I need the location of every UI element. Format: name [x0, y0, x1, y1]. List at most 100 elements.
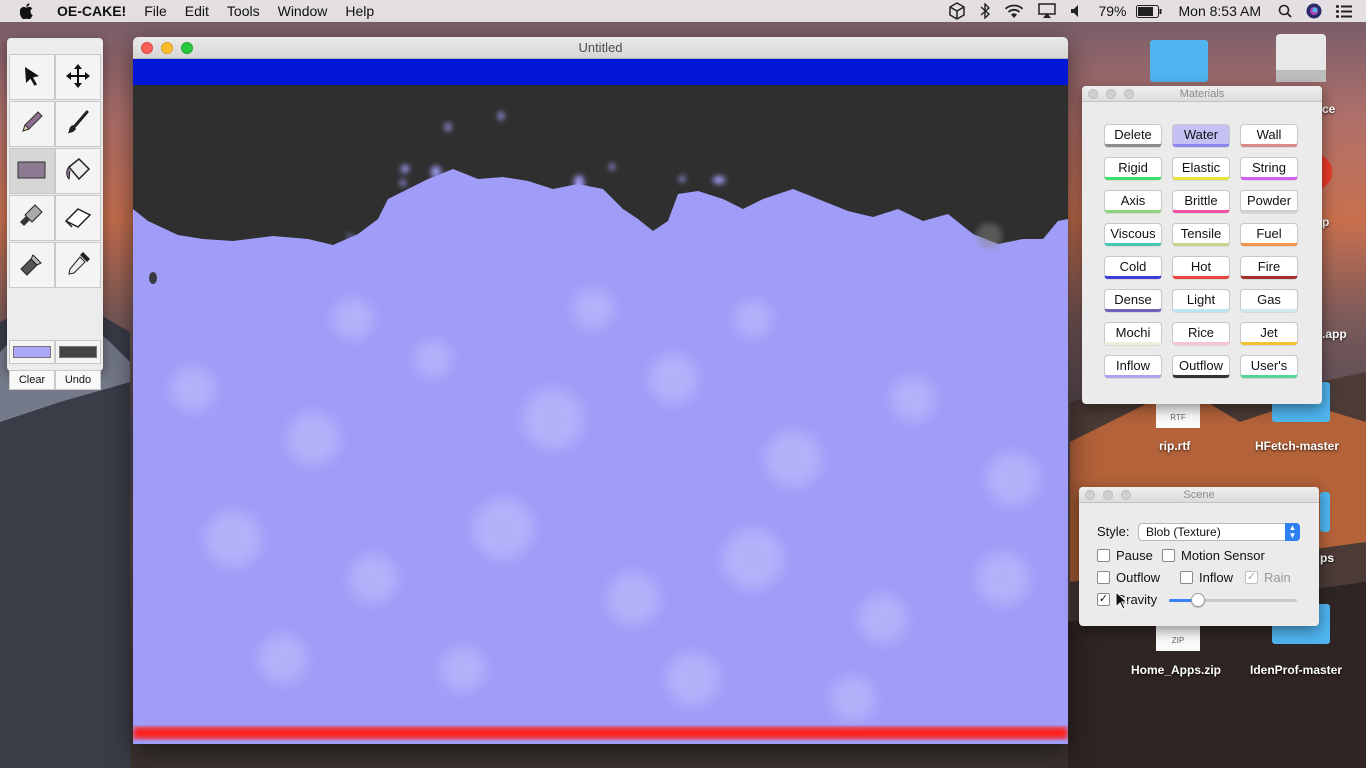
dark-particle: [149, 272, 157, 284]
outflow-checkbox[interactable]: [1097, 571, 1110, 584]
desktop-file-label[interactable]: rip.rtf: [1159, 439, 1190, 453]
wifi-icon[interactable]: [997, 4, 1031, 19]
material-button[interactable]: Tensile: [1172, 223, 1230, 246]
style-select[interactable]: Blob (Texture) ▲ ▼: [1138, 523, 1300, 541]
document-badge: RTF: [1170, 413, 1186, 422]
desktop-item-label[interactable]: ps: [1320, 551, 1334, 565]
notification-center-icon[interactable]: [1329, 4, 1366, 18]
menu-file[interactable]: File: [135, 0, 176, 22]
material-button[interactable]: Inflow: [1104, 355, 1162, 378]
secondary-swatch-fill: [59, 346, 97, 358]
material-button[interactable]: Fuel: [1240, 223, 1298, 246]
primary-swatch-fill: [13, 346, 51, 358]
material-button[interactable]: Brittle: [1172, 190, 1230, 213]
siri-icon[interactable]: [1299, 3, 1329, 19]
brush-tool-button[interactable]: [55, 101, 101, 147]
material-button[interactable]: Dense: [1104, 289, 1162, 312]
select-tool-button[interactable]: [9, 54, 55, 100]
material-button[interactable]: User's: [1240, 355, 1298, 378]
menu-help[interactable]: Help: [336, 0, 383, 22]
cleaver-knife-icon: [17, 202, 47, 235]
desktop-item-label[interactable]: p: [1322, 215, 1329, 229]
gravity-checkbox[interactable]: ✓: [1097, 593, 1110, 606]
material-button[interactable]: String: [1240, 157, 1298, 180]
pause-checkbox[interactable]: [1097, 549, 1110, 562]
pencil-tool-button[interactable]: [9, 101, 55, 147]
volume-icon[interactable]: [1063, 4, 1091, 18]
battery-icon[interactable]: [1129, 4, 1169, 18]
undo-button[interactable]: Undo: [55, 370, 101, 390]
airplay-icon[interactable]: [1031, 3, 1063, 19]
material-button[interactable]: Water: [1172, 124, 1230, 147]
material-button[interactable]: Axis: [1104, 190, 1162, 213]
motion-sensor-checkbox[interactable]: [1162, 549, 1175, 562]
primary-color-swatch[interactable]: [9, 340, 55, 364]
flashlight-tool-button[interactable]: [9, 242, 55, 288]
material-button[interactable]: Gas: [1240, 289, 1298, 312]
menubar-clock[interactable]: Mon 8:53 AM: [1169, 0, 1272, 22]
desktop-file-label[interactable]: Home_Apps.zip: [1131, 663, 1221, 677]
material-button[interactable]: Viscous: [1104, 223, 1162, 246]
style-label: Style:: [1097, 524, 1130, 539]
battery-percent[interactable]: 79%: [1091, 0, 1128, 22]
move-arrows-icon: [65, 63, 91, 92]
bottom-wall-bar: [133, 727, 1068, 739]
pause-row: Pause: [1097, 548, 1153, 563]
fill-bucket-tool-button[interactable]: [55, 148, 101, 194]
gray-particle: [976, 223, 1002, 249]
desktop-folder-icon[interactable]: [1320, 492, 1330, 532]
material-button[interactable]: Powder: [1240, 190, 1298, 213]
desktop-folder-label[interactable]: IdenProf-master: [1250, 663, 1342, 677]
menu-window[interactable]: Window: [269, 0, 337, 22]
material-button[interactable]: Wall: [1240, 124, 1298, 147]
material-button[interactable]: Jet: [1240, 322, 1298, 345]
secondary-color-swatch[interactable]: [55, 340, 101, 364]
flashlight-icon: [17, 249, 47, 282]
material-button[interactable]: Elastic: [1172, 157, 1230, 180]
desktop-folder-icon[interactable]: [1150, 40, 1208, 82]
app-menu[interactable]: OE-CAKE!: [48, 0, 135, 22]
rectangle-tool-button[interactable]: [9, 148, 55, 194]
select-stepper-icon: ▲ ▼: [1285, 523, 1300, 541]
material-button[interactable]: Light: [1172, 289, 1230, 312]
desktop-item-label[interactable]: ce: [1322, 102, 1335, 116]
material-button[interactable]: Mochi: [1104, 322, 1162, 345]
material-button[interactable]: Rigid: [1104, 157, 1162, 180]
mouse-cursor-icon: [1115, 591, 1129, 610]
app-icon[interactable]: [1322, 154, 1332, 190]
material-button[interactable]: Delete: [1104, 124, 1162, 147]
tool-palette: Clear Undo: [7, 38, 103, 390]
arrow-pointer-icon: [21, 65, 43, 90]
desktop-item-label[interactable]: .app: [1322, 327, 1347, 341]
material-button[interactable]: Cold: [1104, 256, 1162, 279]
pause-label: Pause: [1116, 548, 1153, 563]
material-button[interactable]: Fire: [1240, 256, 1298, 279]
menu-bar: OE-CAKE! File Edit Tools Window Help 79%…: [0, 0, 1366, 22]
menu-edit[interactable]: Edit: [176, 0, 218, 22]
dropper-tool-button[interactable]: [55, 242, 101, 288]
inflow-checkbox[interactable]: [1180, 571, 1193, 584]
bluetooth-icon[interactable]: [973, 3, 997, 19]
apple-menu-icon[interactable]: [0, 3, 48, 19]
menu-tools[interactable]: Tools: [218, 0, 269, 22]
spotlight-search-icon[interactable]: [1271, 4, 1299, 18]
desktop-folder-label[interactable]: HFetch-master: [1255, 439, 1339, 453]
move-tool-button[interactable]: [55, 54, 101, 100]
eraser-tool-button[interactable]: [55, 195, 101, 241]
simulation-canvas[interactable]: [133, 59, 1068, 744]
rain-checkbox[interactable]: ✓: [1245, 571, 1258, 584]
eraser-icon: [63, 205, 93, 232]
material-button[interactable]: Outflow: [1172, 355, 1230, 378]
clear-button[interactable]: Clear: [9, 370, 55, 390]
gravity-slider-thumb[interactable]: [1190, 593, 1205, 607]
materials-palette: Materials Delete Water Wall Rigid Elastic Str…: [1082, 86, 1322, 404]
knife-tool-button[interactable]: [9, 195, 55, 241]
gravity-slider[interactable]: [1169, 593, 1297, 607]
top-wall-bar: [133, 59, 1068, 85]
drive-icon[interactable]: [1274, 32, 1328, 88]
box-status-icon[interactable]: [941, 2, 973, 20]
material-button[interactable]: Rice: [1172, 322, 1230, 345]
materials-grid: Delete Water Wall Rigid Elastic String Axis Bri…: [1104, 124, 1298, 378]
material-button[interactable]: Hot: [1172, 256, 1230, 279]
materials-title: Materials: [1179, 88, 1225, 100]
